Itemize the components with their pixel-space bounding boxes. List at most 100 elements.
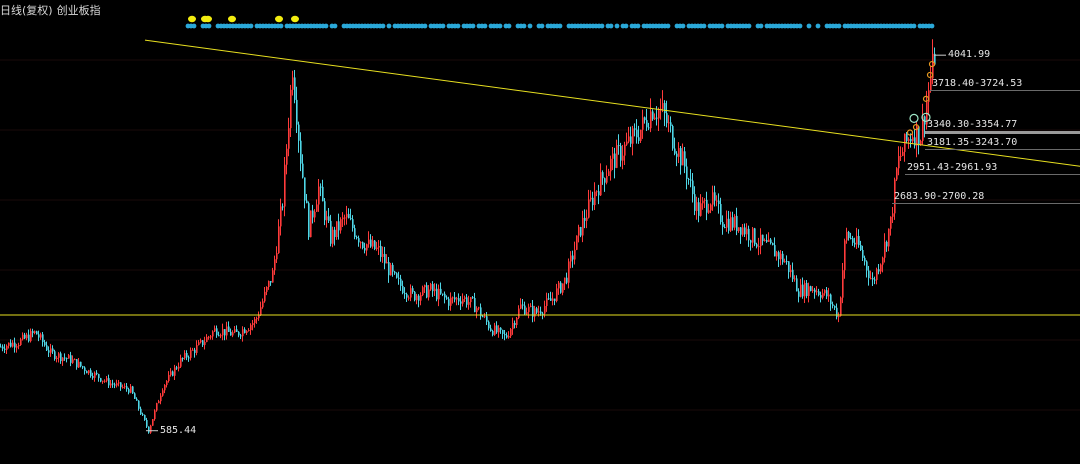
candle-down [236,329,238,332]
candle-down [766,240,768,242]
candle-down [448,298,450,306]
candle-down [436,288,438,300]
candle-up [510,329,512,337]
candle-up [40,334,42,338]
candle-up [640,129,642,141]
cluster-marker [909,113,919,124]
candle-down [490,328,492,331]
candle-up [280,206,282,227]
candle-down [886,241,888,247]
candle-up [790,269,792,273]
candle-down [522,304,524,306]
signal-dot [497,23,503,29]
candle-up [794,278,796,280]
candle-up [884,241,886,258]
candle-up [484,316,486,318]
candle-down [64,357,66,359]
candle-up [78,361,80,368]
candle-down [466,297,468,305]
candle-down [592,197,594,206]
candle-down [224,329,226,336]
signal-dot [911,23,917,29]
candle-up [576,235,578,250]
candle-up [22,334,24,340]
candle-down [354,228,356,237]
candle-up [266,286,268,292]
candle-up [382,253,384,257]
candle-down [818,291,820,296]
candle-down [402,285,404,294]
candle-down [718,200,720,205]
candle-down [496,325,498,333]
candle-up [600,172,602,196]
candle-down [440,288,442,294]
candle-down [338,221,340,231]
candle-up [450,297,452,306]
candle-down [330,220,332,244]
high-price-label: 4041.99 [948,49,991,60]
signal-dot [836,23,842,29]
candle-up [162,390,164,396]
candle-down [772,243,774,246]
candle-up [476,308,478,313]
candle-up [268,280,270,287]
candle-up [552,298,554,301]
candle-up [696,202,698,211]
candle-up [342,217,344,220]
candle-down [754,228,756,245]
candle-up [596,191,598,193]
candle-down [732,217,734,228]
candle-down [84,367,86,372]
candle-up [508,336,510,338]
candle-up [588,199,590,218]
candle-down [320,186,322,188]
candle-up [158,401,160,404]
candle-down [380,246,382,257]
candle-up [626,141,628,145]
candle-up [642,117,644,130]
candle-down [182,357,184,359]
candle-up [912,137,914,142]
candle-down [80,361,82,367]
candle-up [290,89,292,129]
candle-down [374,240,376,250]
candle-up [372,240,374,247]
candle-up [682,151,684,166]
candle-up [842,270,844,298]
candle-down [48,350,50,353]
candle-down [132,386,134,394]
candle-down [836,307,838,318]
candle-up [586,217,588,221]
candle-up [468,302,470,305]
candle-up [608,171,610,177]
candle-down [432,284,434,292]
candle-up [876,269,878,281]
candle-up [276,253,278,260]
candle-down [864,257,866,262]
candle-up [452,297,454,299]
candle-down [796,278,798,292]
candle-up [210,336,212,338]
candle-down [356,236,358,239]
candle-down [714,192,716,201]
candle-down [92,375,94,378]
price-level-label: 3340.30-3354.77 [927,119,1018,130]
candle-up [752,228,754,243]
candle-down [692,180,694,195]
candle-down [328,216,330,221]
candle-down [834,305,836,308]
candle-down [860,245,862,251]
candle-up [882,257,884,265]
candle-up [624,144,626,156]
signal-dot [482,23,488,29]
candle-up [152,419,154,426]
candle-up [222,329,224,336]
candle-down [334,229,336,237]
candle-up [896,168,898,180]
candle-down [176,367,178,369]
candle-up [170,371,172,375]
candle-down [460,301,462,304]
signal-dot [386,23,392,29]
candle-up [668,122,670,124]
candle-up [72,359,74,363]
